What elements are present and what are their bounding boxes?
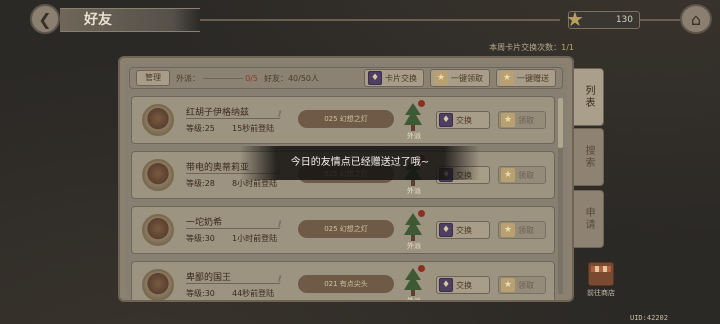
- friend-row: 卑鄙的国王 ℓ 等级:30 44秒前登陆 021 有点尖头 外派 ♦ 交换 ★: [131, 261, 555, 300]
- star-icon: ★: [500, 71, 514, 85]
- dispatch-label: 外派: [407, 132, 421, 140]
- dispatch-label: 外派: [407, 187, 421, 195]
- card-icon: ♦: [439, 223, 453, 237]
- back-button[interactable]: ❮: [30, 4, 60, 34]
- divider: [202, 77, 243, 79]
- friend-card: 025 幻想之灯: [298, 220, 394, 238]
- claim-all-button[interactable]: ★ 一键领取: [430, 69, 490, 87]
- dispatch-value: 0/5: [245, 73, 258, 83]
- friend-row: 红胡子伊格纳兹 ℓ 等级:25 15秒前登陆 025 幻想之灯 外派 ♦ 交换 …: [131, 96, 555, 144]
- page-title: 好友: [60, 8, 200, 32]
- friend-level: 等级:28: [186, 179, 215, 188]
- exchange-button[interactable]: ♦ 交换: [436, 221, 490, 239]
- star-icon: ★: [501, 113, 515, 127]
- gift-all-button[interactable]: ★ 一键赠送: [496, 69, 556, 87]
- star-icon: ★: [434, 71, 448, 85]
- star-icon: ★: [501, 278, 515, 292]
- friend-level: 等级:30: [186, 234, 215, 243]
- decoration-icon: ℓ: [278, 220, 282, 230]
- back-arrow-icon: ❮: [38, 9, 52, 29]
- shop-icon: [588, 262, 614, 286]
- scroll-thumb[interactable]: [558, 98, 563, 148]
- friend-last-login: 1小时前登陆: [232, 234, 278, 243]
- exchange-label: 交换: [456, 115, 472, 125]
- star-icon: ★: [566, 7, 584, 31]
- claim-label: 领取: [518, 115, 534, 125]
- friend-name: 红胡子伊格纳兹: [186, 108, 250, 118]
- friend-card: 025 幻想之灯: [298, 110, 394, 128]
- name-underline: [186, 283, 280, 284]
- name-underline: [186, 118, 280, 119]
- dispatch-label: 外派: [407, 242, 421, 250]
- gift-all-label: 一键赠送: [517, 73, 549, 83]
- tab-requests[interactable]: 申请: [574, 190, 604, 248]
- friend-toolbar: 管理 外派： 0/5 好友：40/50人 ♦ 卡片交换 ★ 一键领取 ★ 一键赠…: [129, 67, 563, 89]
- card-exchange-label: 卡片交换: [385, 73, 417, 83]
- card-icon: ♦: [368, 71, 382, 85]
- header-divider-right: [640, 19, 680, 21]
- dispatch-label: 外派：: [176, 73, 200, 83]
- home-button[interactable]: ⌂: [680, 4, 712, 34]
- card-icon: ♦: [439, 278, 453, 292]
- exchange-label: 交换: [456, 225, 472, 235]
- friend-name: 一坨奶希: [186, 218, 223, 228]
- avatar[interactable]: [142, 214, 174, 246]
- toast-message: 今日的友情点已经赠送过了哦~: [240, 146, 480, 180]
- header-divider: [200, 19, 560, 21]
- weekly-exchange-count: 本周卡片交换次数：1/1: [470, 42, 574, 53]
- claim-button[interactable]: ★ 领取: [498, 221, 546, 239]
- friend-level: 等级:30: [186, 289, 215, 298]
- claim-button[interactable]: ★ 领取: [498, 111, 546, 129]
- friend-last-login: 44秒前登陆: [232, 289, 275, 298]
- decoration-icon: ℓ: [278, 110, 282, 120]
- friend-last-login: 15秒前登陆: [232, 124, 275, 133]
- friend-card: 021 有点尖头: [298, 275, 394, 293]
- avatar[interactable]: [142, 159, 174, 191]
- manage-button[interactable]: 管理: [136, 70, 170, 86]
- exchange-count-label: 本周卡片交换次数：: [489, 43, 562, 52]
- home-icon: ⌂: [690, 9, 702, 29]
- avatar[interactable]: [142, 104, 174, 136]
- claim-label: 领取: [518, 280, 534, 290]
- tab-search[interactable]: 搜索: [574, 128, 604, 186]
- dispatch-status: 外派： 0/5: [176, 73, 258, 84]
- exchange-button[interactable]: ♦ 交换: [436, 276, 490, 294]
- user-id: UID:42202: [630, 314, 668, 322]
- notification-dot: [418, 265, 425, 272]
- tab-list[interactable]: 列表: [574, 68, 604, 126]
- exchange-label: 交换: [456, 280, 472, 290]
- claim-button[interactable]: ★ 领取: [498, 276, 546, 294]
- friend-count: 好友：40/50人: [263, 73, 320, 83]
- avatar[interactable]: [142, 269, 174, 300]
- card-exchange-button[interactable]: ♦ 卡片交换: [364, 69, 424, 87]
- friend-level: 等级:25: [186, 124, 215, 133]
- friend-name: 卑鄙的国王: [186, 273, 232, 283]
- go-to-shop-button[interactable]: 前往商店: [583, 262, 619, 302]
- shop-label: 前往商店: [587, 289, 615, 297]
- star-icon: ★: [501, 223, 515, 237]
- friend-list: 红胡子伊格纳兹 ℓ 等级:25 15秒前登陆 025 幻想之灯 外派 ♦ 交换 …: [131, 96, 555, 300]
- claim-button[interactable]: ★ 领取: [498, 166, 546, 184]
- exchange-count-value: 1/1: [561, 43, 574, 52]
- claim-all-label: 一键领取: [451, 73, 483, 83]
- notification-dot: [418, 100, 425, 107]
- friend-row: 一坨奶希 ℓ 等级:30 1小时前登陆 025 幻想之灯 外派 ♦ 交换 ★ 领…: [131, 206, 555, 254]
- notification-dot: [418, 210, 425, 217]
- card-icon: ♦: [439, 113, 453, 127]
- exchange-button[interactable]: ♦ 交换: [436, 111, 490, 129]
- claim-label: 领取: [518, 170, 534, 180]
- dispatch-label: 外派: [402, 296, 426, 300]
- claim-label: 领取: [518, 225, 534, 235]
- decoration-icon: ℓ: [278, 275, 282, 285]
- name-underline: [186, 228, 280, 229]
- star-icon: ★: [501, 168, 515, 182]
